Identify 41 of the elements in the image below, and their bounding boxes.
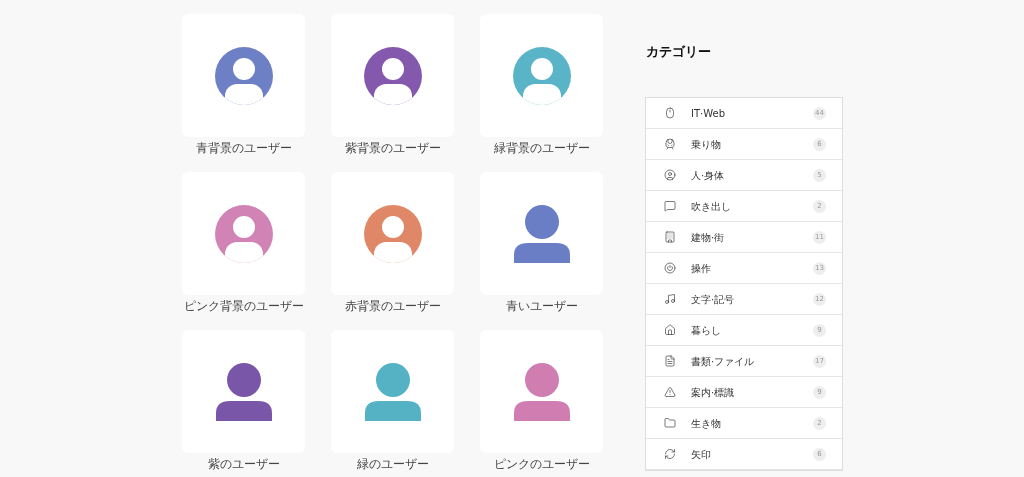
icon-card[interactable] xyxy=(480,14,603,137)
building-icon xyxy=(664,231,676,243)
icon-card[interactable] xyxy=(331,14,454,137)
category-label: IT·Web xyxy=(691,106,727,121)
icon-label: 緑背景のユーザー xyxy=(493,140,590,156)
document-icon xyxy=(664,355,676,367)
user-circle-icon xyxy=(664,169,676,181)
music-note-icon xyxy=(664,293,676,305)
category-label: 建物·街 xyxy=(691,230,726,245)
folder-icon xyxy=(664,417,676,429)
category-label: 操作 xyxy=(691,261,712,276)
house-icon xyxy=(664,324,676,336)
icon-label: 紫背景のユーザー xyxy=(344,140,441,156)
icon-card[interactable] xyxy=(182,330,305,453)
icon-label: ピンク背景のユーザー xyxy=(183,298,304,314)
category-label: 文字·記号 xyxy=(691,292,736,307)
category-label: 書類·ファイル xyxy=(691,354,756,369)
category-label: 案内·標識 xyxy=(691,385,736,400)
warning-icon xyxy=(664,386,676,398)
icon-card[interactable] xyxy=(182,172,305,295)
category-label: 矢印 xyxy=(691,447,712,462)
category-label: 人·身体 xyxy=(691,168,726,183)
speech-bubble-icon xyxy=(664,200,676,212)
category-label: 吹き出し xyxy=(691,199,732,214)
icon-label: ピンクのユーザー xyxy=(493,456,590,472)
sidebar-title: カテゴリー xyxy=(646,43,712,61)
icon-card[interactable] xyxy=(182,14,305,137)
icon-label: 緑のユーザー xyxy=(356,456,429,472)
icon-card[interactable] xyxy=(480,330,603,453)
icon-card[interactable] xyxy=(331,172,454,295)
icon-label: 青いユーザー xyxy=(505,298,578,314)
icon-card[interactable] xyxy=(480,172,603,295)
mouse-icon xyxy=(664,107,676,119)
icon-label: 青背景のユーザー xyxy=(195,140,292,156)
category-label: 暮らし xyxy=(691,323,722,338)
icon-card[interactable] xyxy=(331,330,454,453)
category-label: 生き物 xyxy=(691,416,722,431)
icon-label: 紫のユーザー xyxy=(207,456,280,472)
refresh-icon xyxy=(664,448,676,460)
category-label: 乗り物 xyxy=(691,137,722,152)
icon-label: 赤背景のユーザー xyxy=(344,298,441,314)
